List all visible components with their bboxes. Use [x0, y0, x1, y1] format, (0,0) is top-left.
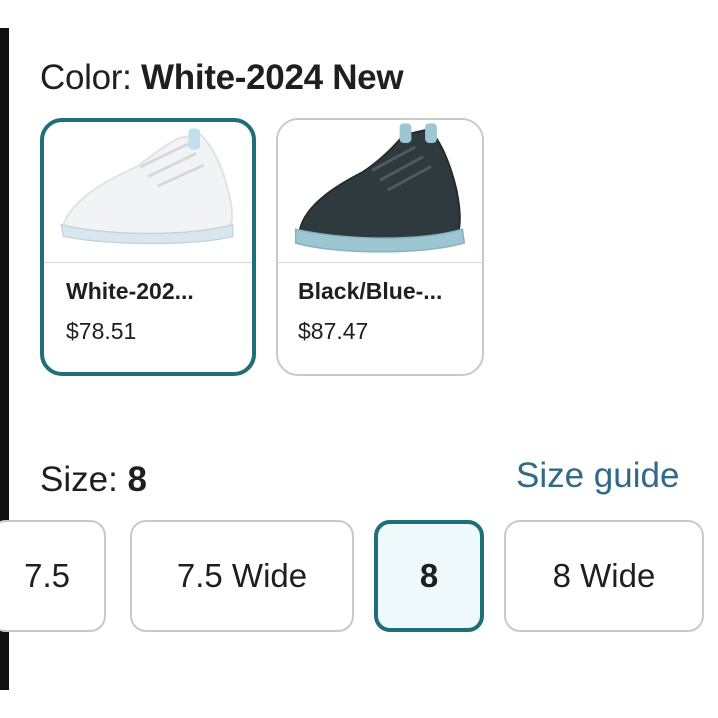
size-label: Size: — [40, 460, 118, 499]
size-option-label: 8 — [419, 557, 439, 594]
size-option-8-wide[interactable]: 8 Wide — [504, 520, 704, 632]
size-option-7-5-wide[interactable]: 7.5 Wide — [130, 520, 354, 632]
size-option-7-5[interactable]: 7.5 — [0, 520, 106, 632]
size-heading: Size: 8 — [40, 460, 147, 500]
color-option-white[interactable]: White-202... $78.51 — [40, 118, 256, 376]
size-option-label: 8 Wide — [552, 557, 656, 594]
size-option-label: 7.5 Wide — [176, 557, 308, 594]
color-heading: Color: White-2024 New — [40, 58, 404, 98]
black-shoe-image — [278, 120, 482, 263]
color-option-black-blue[interactable]: Black/Blue-... $87.47 — [276, 118, 484, 376]
color-option-price: $87.47 — [298, 318, 369, 344]
size-guide-link[interactable]: Size guide — [516, 456, 679, 496]
selected-color-value: White-2024 New — [141, 58, 404, 97]
white-sneaker-illustration — [60, 128, 234, 245]
color-option-name: Black/Blue-... — [298, 278, 443, 304]
size-option-8[interactable]: 8 — [374, 520, 484, 632]
color-option-name: White-202... — [66, 278, 194, 304]
color-label: Color: — [40, 58, 132, 97]
black-sneaker-illustration — [294, 123, 466, 253]
color-option-price: $78.51 — [66, 318, 137, 344]
white-shoe-image — [44, 122, 252, 263]
selected-size-value: 8 — [127, 460, 148, 499]
size-option-label: 7.5 — [24, 557, 70, 594]
